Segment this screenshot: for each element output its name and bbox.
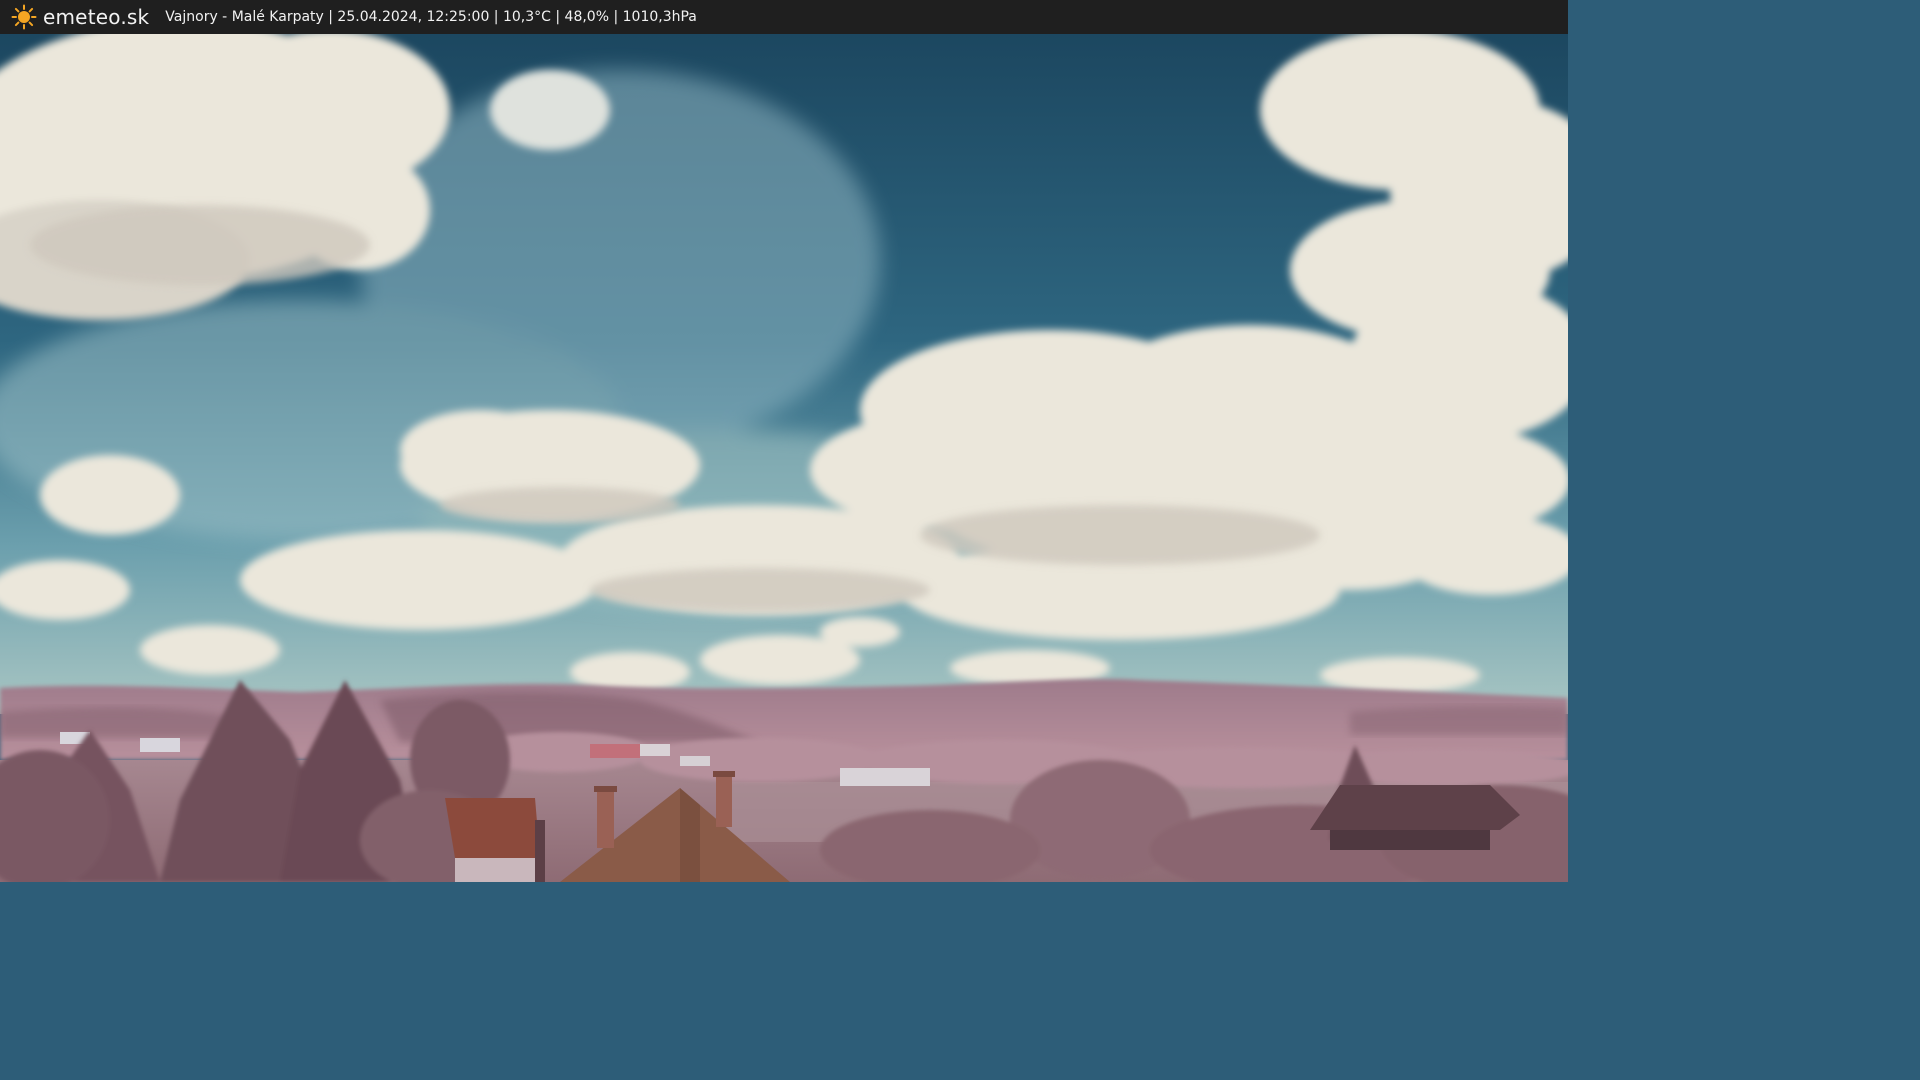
brand-name: emeteo.sk <box>43 5 150 29</box>
webcam-overlay-bar: emeteo.sk Vajnory - Malé Karpaty | 25.04… <box>0 0 1568 34</box>
house-left <box>445 798 545 882</box>
hill-shadow-2 <box>0 707 230 738</box>
station-caption: Vajnory - Malé Karpaty | 25.04.2024, 12:… <box>165 9 697 25</box>
sun-icon <box>11 4 37 30</box>
webcam-image <box>0 20 1568 882</box>
house-right <box>1310 785 1520 850</box>
hill-shadow-3 <box>1350 706 1568 735</box>
